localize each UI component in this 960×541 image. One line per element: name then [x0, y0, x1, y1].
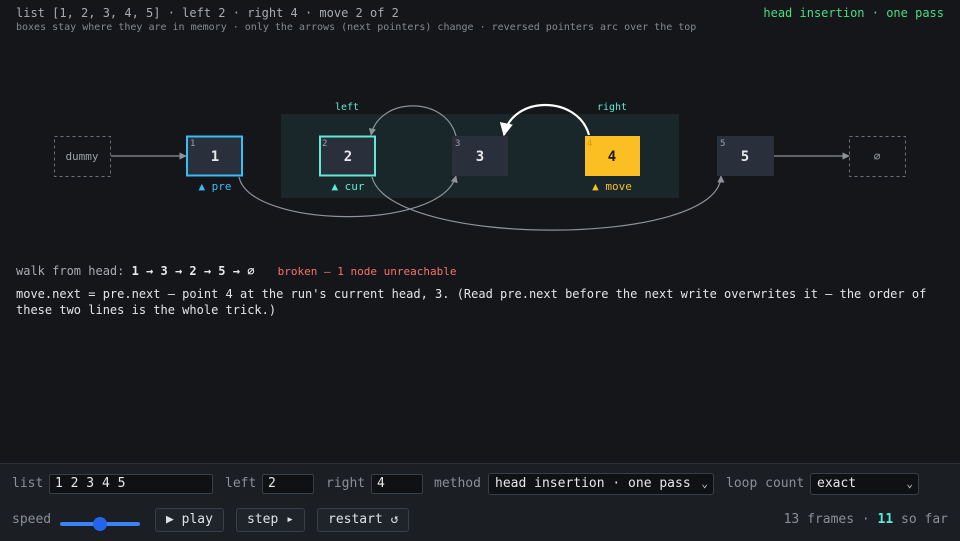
frames-current: 11: [877, 512, 894, 527]
node-2-value: 2: [344, 149, 352, 165]
chevron-down-icon: ⌄: [906, 477, 913, 490]
node-1-index: 1: [190, 139, 195, 149]
loop-count-select[interactable]: exact ⌄: [810, 473, 919, 495]
node-2-index: 2: [322, 139, 327, 149]
control-panel: list 1 2 3 4 5 left 2 right 4 method hea…: [0, 463, 960, 541]
method-label: method: [434, 476, 481, 491]
node-4-index: 4: [587, 139, 592, 149]
cur-marker: ▲ cur: [331, 180, 364, 193]
speed-slider-knob[interactable]: [93, 517, 107, 531]
node-4-value: 4: [608, 149, 616, 165]
frames-suffix: so far: [901, 512, 948, 527]
speed-label: speed: [12, 512, 52, 527]
dummy-label: dummy: [65, 150, 98, 163]
right-region-label: right: [597, 102, 627, 113]
speed-slider[interactable]: [60, 516, 140, 532]
step-button[interactable]: step ▸: [236, 508, 305, 532]
left-region-label: left: [335, 102, 359, 113]
list-input[interactable]: 1 2 3 4 5: [49, 474, 213, 494]
node-1-value: 1: [211, 149, 219, 165]
step-explanation: move.next = pre.next — point 4 at the ru…: [16, 287, 927, 317]
subtitle: boxes stay where they are in memory · on…: [16, 22, 697, 33]
walk-status: broken — 1 node unreachable: [277, 265, 457, 278]
right-label: right: [326, 476, 366, 491]
walk-sequence: 1 → 3 → 2 → 5 → ⌀: [131, 264, 255, 278]
play-button[interactable]: ▶ play: [155, 508, 224, 532]
node-3-value: 3: [476, 149, 484, 165]
node-5-value: 5: [741, 149, 749, 165]
pre-marker: ▲ pre: [198, 180, 231, 193]
loop-count-label: loop count: [726, 476, 805, 491]
right-input[interactable]: 4: [371, 474, 423, 494]
frames-separator: ·: [861, 512, 870, 527]
method-badge: head insertion · one pass: [763, 6, 944, 20]
walk-line: walk from head: 1 → 3 → 2 → 5 → ⌀ broken…: [16, 264, 456, 278]
left-input[interactable]: 2: [262, 474, 314, 494]
node-5-index: 5: [720, 139, 725, 149]
frames-total: 13 frames: [783, 512, 855, 527]
method-select-value: head insertion · one pass: [495, 476, 691, 491]
method-select[interactable]: head insertion · one pass ⌄: [488, 473, 714, 495]
left-label: left: [225, 476, 257, 491]
null-label: ⌀: [874, 150, 881, 163]
move-marker: ▲ move: [592, 180, 632, 193]
status-line: list [1, 2, 3, 4, 5] · left 2 · right 4 …: [16, 6, 399, 20]
linked-list-diagram: left right dummy ⌀ 1 1 2 2 3 3 4 4 5 5 ▲…: [54, 102, 906, 231]
frame-counter: 13 frames · 11 so far: [784, 512, 948, 527]
node-3-index: 3: [455, 139, 460, 149]
chevron-down-icon: ⌄: [701, 477, 708, 490]
list-label: list: [12, 476, 44, 491]
walk-label: walk from head:: [16, 264, 125, 278]
restart-button[interactable]: restart ↺: [317, 508, 410, 532]
loop-count-select-value: exact: [817, 476, 857, 491]
